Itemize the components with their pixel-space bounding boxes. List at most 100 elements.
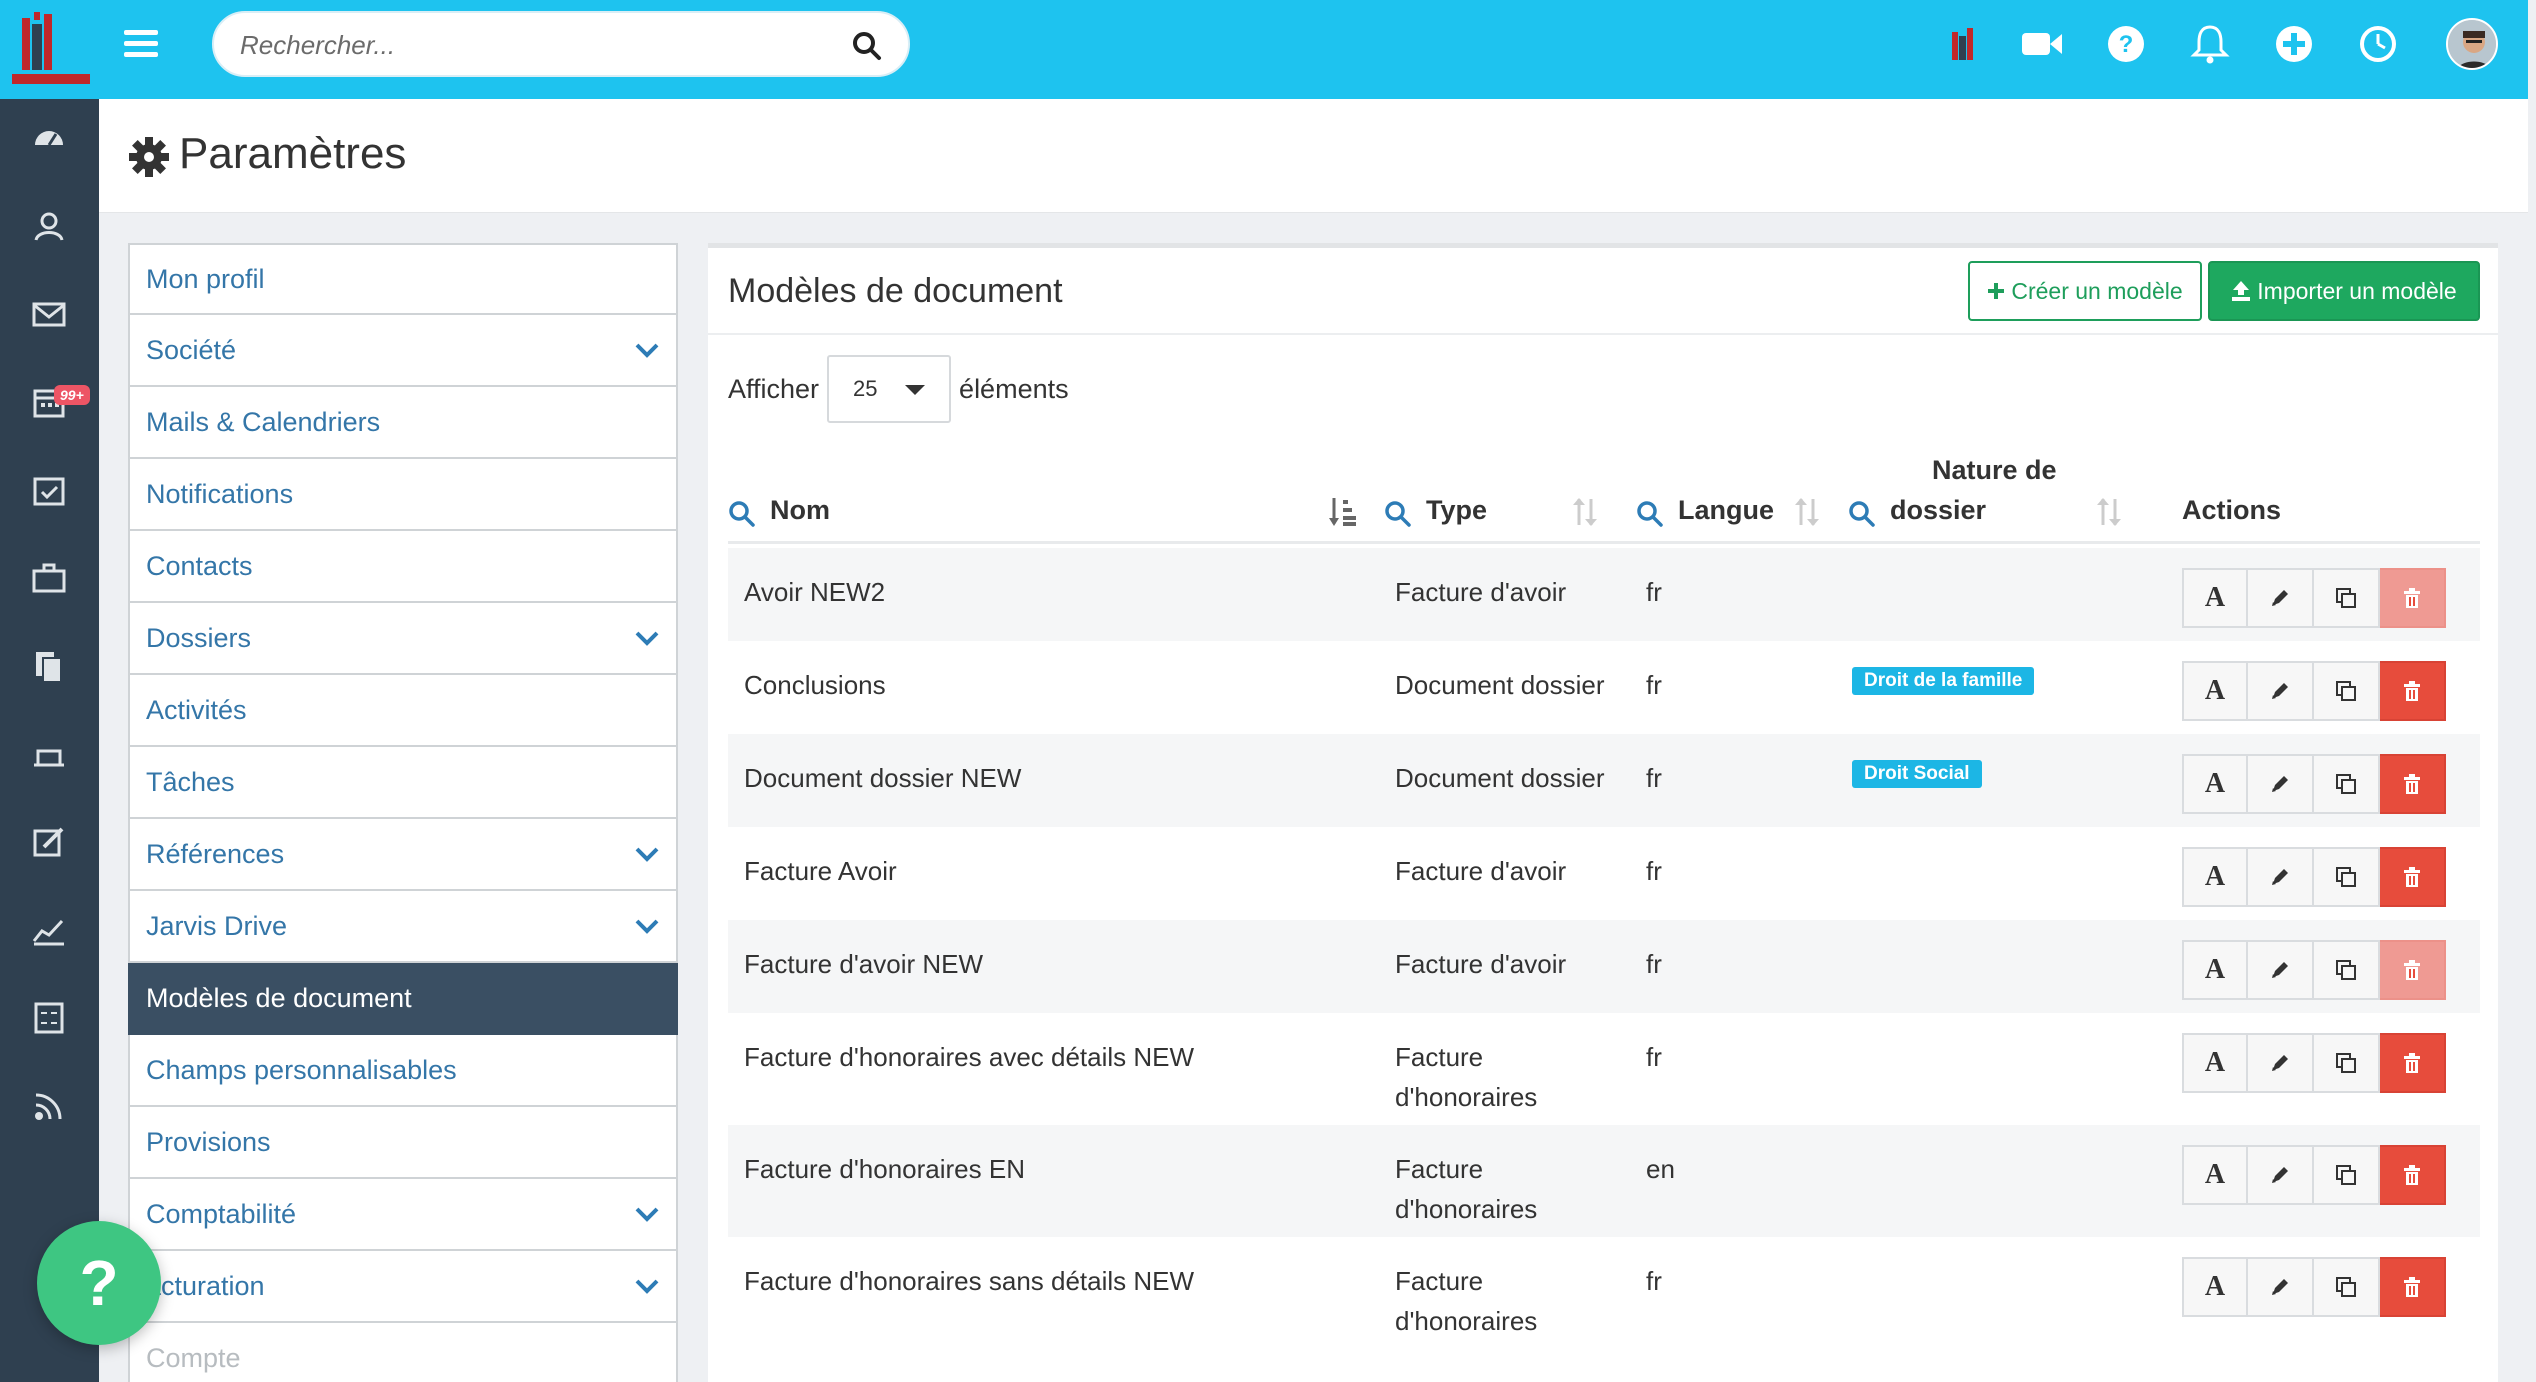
help-chat-button[interactable]: ? (37, 1221, 161, 1345)
duplicate-button[interactable] (2314, 1257, 2380, 1317)
menu-item-12[interactable]: Provisions (128, 1107, 678, 1179)
search-input[interactable] (240, 23, 840, 67)
duplicate-button[interactable] (2314, 847, 2380, 907)
sort-asc-icon[interactable] (1328, 496, 1358, 528)
duplicate-button[interactable] (2314, 568, 2380, 628)
tasks-icon[interactable] (30, 471, 68, 509)
delete-button[interactable] (2380, 1145, 2446, 1205)
delete-button[interactable] (2380, 1257, 2446, 1317)
page-size-select[interactable]: 25 (827, 355, 952, 423)
menu-item-10[interactable]: Modèles de document (128, 963, 678, 1035)
menu-item-7[interactable]: Tâches (128, 747, 678, 819)
clock-icon[interactable] (2356, 22, 2400, 66)
menu-item-label: Références (146, 838, 285, 869)
edit-button[interactable] (2248, 847, 2314, 907)
sort-icon[interactable] (2094, 496, 2124, 528)
import-template-button[interactable]: Importer un modèle (2208, 261, 2480, 321)
search-icon[interactable] (1848, 500, 1876, 528)
bell-icon[interactable] (2188, 22, 2232, 66)
menu-toggle-icon[interactable] (124, 30, 158, 58)
text-format-button[interactable]: A (2182, 1033, 2248, 1093)
documents-icon[interactable] (30, 647, 68, 685)
edit-button[interactable] (2248, 661, 2314, 721)
menu-item-9[interactable]: Jarvis Drive (128, 891, 678, 963)
jarvis-app-icon[interactable] (1940, 22, 1984, 66)
menu-item-1[interactable]: Société (128, 315, 678, 387)
menu-item-6[interactable]: Activités (128, 675, 678, 747)
edit-button[interactable] (2248, 1145, 2314, 1205)
calculator-icon[interactable] (30, 999, 68, 1037)
column-name-header[interactable]: Nom (728, 448, 1368, 544)
duplicate-button[interactable] (2314, 661, 2380, 721)
menu-item-8[interactable]: Références (128, 819, 678, 891)
edit-icon[interactable] (30, 823, 68, 861)
chevron-down-icon[interactable] (634, 629, 660, 647)
menu-item-15[interactable]: Compte (128, 1323, 678, 1382)
search-icon[interactable] (1384, 500, 1412, 528)
edit-button[interactable] (2248, 568, 2314, 628)
sort-icon[interactable] (1570, 496, 1600, 528)
chevron-down-icon[interactable] (634, 341, 660, 359)
text-format-label: A (2204, 675, 2226, 706)
search-icon[interactable] (852, 31, 882, 61)
billing-icon[interactable] (30, 735, 68, 773)
cell-name: Facture d'honoraires sans détails NEW (744, 1266, 1195, 1296)
mail-icon[interactable] (30, 295, 68, 333)
delete-button[interactable] (2380, 568, 2446, 628)
app-logo[interactable] (8, 10, 94, 90)
text-format-button[interactable]: A (2182, 847, 2248, 907)
cell-type: Document dossier (1395, 665, 1605, 705)
duplicate-button[interactable] (2314, 1033, 2380, 1093)
column-lang-header[interactable]: Langue (1636, 448, 1819, 544)
edit-button[interactable] (2248, 754, 2314, 814)
cell-lang: fr (1646, 577, 1662, 607)
duplicate-button[interactable] (2314, 754, 2380, 814)
delete-button[interactable] (2380, 847, 2446, 907)
menu-item-13[interactable]: Comptabilité (128, 1179, 678, 1251)
text-format-button[interactable]: A (2182, 568, 2248, 628)
chevron-down-icon[interactable] (634, 1205, 660, 1223)
chevron-down-icon[interactable] (634, 1277, 660, 1295)
cell-name: Avoir NEW2 (744, 577, 886, 607)
delete-button[interactable] (2380, 940, 2446, 1000)
menu-item-11[interactable]: Champs personnalisables (128, 1035, 678, 1107)
chevron-down-icon[interactable] (634, 845, 660, 863)
menu-item-14[interactable]: acturation (128, 1251, 678, 1323)
edit-button[interactable] (2248, 940, 2314, 1000)
menu-item-4[interactable]: Contacts (128, 531, 678, 603)
text-format-button[interactable]: A (2182, 940, 2248, 1000)
column-nature-header[interactable]: Nature de dossier (1848, 448, 2148, 544)
search-icon[interactable] (1636, 500, 1664, 528)
table-row: Facture d'honoraires EN Facture d'honorair… (728, 1125, 2480, 1237)
delete-button[interactable] (2380, 754, 2446, 814)
edit-button[interactable] (2248, 1257, 2314, 1317)
text-format-button[interactable]: A (2182, 754, 2248, 814)
chevron-down-icon[interactable] (634, 917, 660, 935)
dashboard-icon[interactable] (30, 119, 68, 157)
text-format-button[interactable]: A (2182, 1257, 2248, 1317)
delete-button[interactable] (2380, 661, 2446, 721)
column-type-header[interactable]: Type (1384, 448, 1604, 544)
duplicate-button[interactable] (2314, 1145, 2380, 1205)
stats-icon[interactable] (30, 911, 68, 949)
edit-button[interactable] (2248, 1033, 2314, 1093)
briefcase-icon[interactable] (30, 559, 68, 597)
duplicate-button[interactable] (2314, 940, 2380, 1000)
search-icon[interactable] (728, 500, 756, 528)
sort-icon[interactable] (1792, 496, 1822, 528)
plus-circle-icon[interactable] (2272, 22, 2316, 66)
menu-item-5[interactable]: Dossiers (128, 603, 678, 675)
create-template-button[interactable]: Créer un modèle (1968, 261, 2202, 321)
contacts-icon[interactable] (30, 207, 68, 245)
text-format-button[interactable]: A (2182, 661, 2248, 721)
delete-button[interactable] (2380, 1033, 2446, 1093)
menu-item-3[interactable]: Notifications (128, 459, 678, 531)
menu-item-2[interactable]: Mails & Calendriers (128, 387, 678, 459)
text-format-button[interactable]: A (2182, 1145, 2248, 1205)
help-icon[interactable]: ? (2104, 22, 2148, 66)
menu-item-label: Compte (146, 1342, 241, 1373)
user-avatar[interactable] (2446, 18, 2498, 70)
video-icon[interactable] (2020, 22, 2064, 66)
rss-icon[interactable] (30, 1087, 68, 1125)
menu-item-0[interactable]: Mon profil (128, 243, 678, 315)
